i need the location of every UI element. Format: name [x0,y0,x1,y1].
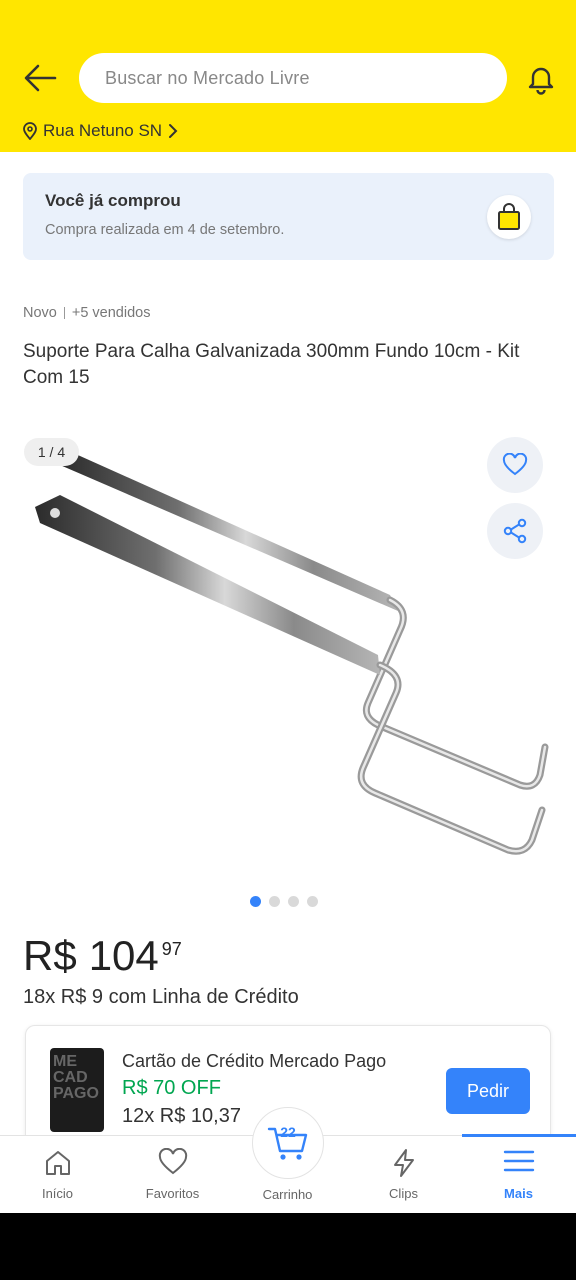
delivery-location[interactable]: Rua Netuno SN [22,119,179,143]
header: Buscar no Mercado Livre Rua Netuno SN [0,0,576,152]
nav-label-clips: Clips [389,1186,418,1201]
nav-label-more: Mais [504,1186,533,1201]
product-meta: Novo +5 vendidos [23,305,150,321]
back-button[interactable] [20,60,60,96]
lightning-icon [393,1149,414,1177]
price-currency: R$ [23,932,77,979]
credit-offer-installments: 12x R$ 10,37 [122,1105,241,1127]
credit-offer-discount: R$ 70 OFF [122,1077,221,1099]
heart-icon [158,1148,187,1175]
favorite-button[interactable] [487,437,543,493]
credit-card-image: ME CAD PAGO [50,1048,104,1132]
notifications-button[interactable] [522,60,560,98]
nav-label-cart: Carrinho [262,1187,313,1202]
search-placeholder: Buscar no Mercado Livre [105,67,310,88]
nav-item-favorites[interactable]: Favoritos [115,1136,230,1213]
meta-divider [63,307,65,319]
nav-label-home: Início [41,1186,74,1201]
cart-count-badge: 22 [280,1124,296,1140]
nav-item-clips[interactable]: Clips [346,1136,461,1213]
product-image [35,447,549,855]
product-gallery[interactable]: 1 / 4 [0,425,576,890]
heart-icon [502,453,528,476]
pagination-dot[interactable] [250,896,261,907]
installments-text: 18x R$ 9 com Linha de Crédito [23,986,299,1008]
pagination-dot[interactable] [307,896,318,907]
price-cents: 97 [161,939,182,959]
menu-icon [503,1150,534,1172]
system-navigation-bar [0,1213,576,1280]
share-icon [503,518,527,544]
product-title: Suporte Para Calha Galvanizada 300mm Fun… [23,341,520,388]
gallery-pagination[interactable] [250,896,318,907]
product-condition: Novo [23,305,57,321]
nav-item-home[interactable]: Início [0,1136,115,1213]
back-arrow-icon [24,64,57,92]
pagination-dot[interactable] [288,896,299,907]
product-sold-count: +5 vendidos [71,305,151,321]
purchase-banner-title: Você já comprou [45,191,181,210]
share-button[interactable] [487,503,543,559]
bell-icon [528,67,554,95]
app-screen: Buscar no Mercado Livre Rua Netuno SN Vo… [0,0,576,1213]
price: R$ 104 97 [23,930,182,982]
location-pin-icon [23,122,37,140]
request-card-button[interactable]: Pedir [446,1068,530,1114]
price-integer: 104 [88,932,159,979]
chevron-right-icon [169,124,178,138]
search-input[interactable]: Buscar no Mercado Livre [79,53,507,103]
image-counter: 1 / 4 [24,438,79,466]
cart-button[interactable]: 22 [252,1107,324,1179]
shopping-bag-icon [487,195,531,239]
purchase-banner[interactable]: Você já comprou Compra realizada em 4 de… [23,173,554,260]
nav-item-more[interactable]: Mais [461,1136,576,1213]
nav-label-favorites: Favoritos [145,1186,200,1201]
credit-offer-title: Cartão de Crédito Mercado Pago [122,1051,387,1071]
home-icon [45,1151,70,1175]
location-text: Rua Netuno SN [43,121,163,140]
purchase-banner-subtitle: Compra realizada em 4 de setembro. [45,222,285,238]
pagination-dot[interactable] [269,896,280,907]
